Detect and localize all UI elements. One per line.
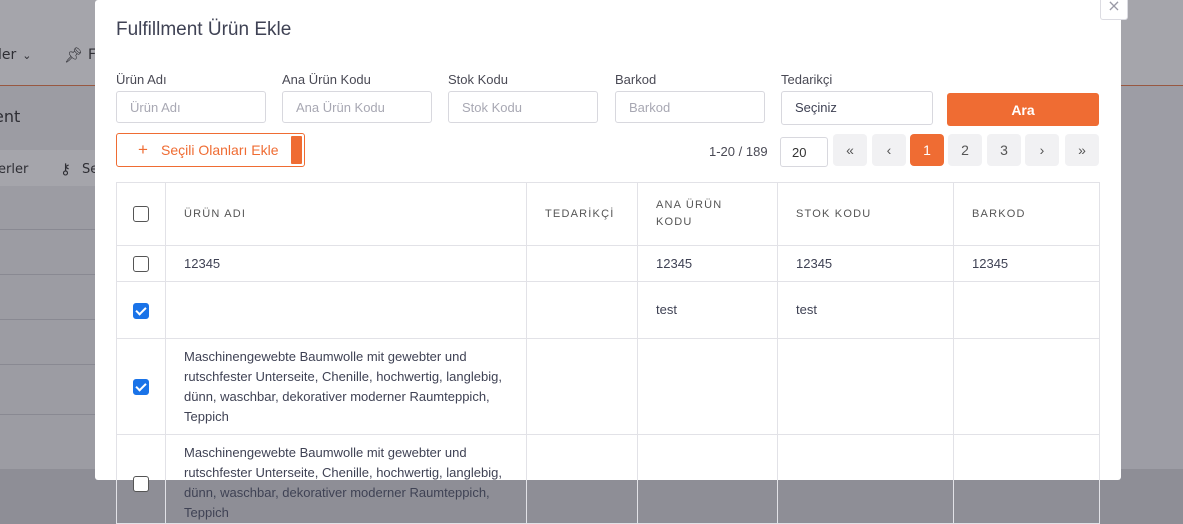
cell-supplier [526,434,638,524]
select-all-checkbox[interactable] [133,205,149,222]
main-product-code-input[interactable] [282,91,432,123]
first-page-button[interactable]: « [833,134,867,166]
select-all-cell [116,182,166,246]
table-row[interactable]: Maschinengewebte Baumwolle mit gewebter … [116,338,1100,435]
cell-main-product-code: 12345 [637,245,778,282]
prev-page-button[interactable]: ‹ [872,134,906,166]
next-page-button[interactable]: › [1025,134,1059,166]
modal-title: Fulfillment Ürün Ekle [116,19,292,40]
cell-barcode [953,338,1100,435]
cell-product-name: Maschinengewebte Baumwolle mit gewebter … [165,338,527,435]
column-header-main-product-code[interactable]: ANA ÜRÜN KODU [637,182,778,246]
column-header-product-name[interactable]: ÜRÜN ADI [165,182,527,246]
table-row[interactable]: test test [116,281,1100,339]
cell-supplier [526,245,638,282]
product-table: ÜRÜN ADI TEDARİKÇİ ANA ÜRÜN KODU STOK KO… [116,182,1100,524]
add-fulfillment-product-modal: Fulfillment Ürün Ekle Ürün Adı Ana Ürün … [95,0,1121,524]
row-checkbox[interactable] [133,302,149,319]
last-page-button[interactable]: » [1065,134,1099,166]
add-selected-label: Seçili Olanları Ekle [161,142,279,158]
add-selected-accent [291,136,302,164]
cell-main-product-code [637,434,778,524]
table-row[interactable]: Maschinengewebte Baumwolle mit gewebter … [116,434,1100,524]
cell-supplier [526,281,638,339]
cell-main-product-code [637,338,778,435]
column-header-supplier[interactable]: TEDARİKÇİ [526,182,638,246]
cell-stock-code [777,338,954,435]
page-size-select[interactable]: 20 [780,137,828,167]
product-name-label: Ürün Adı [116,72,167,87]
table-header-row: ÜRÜN ADI TEDARİKÇİ ANA ÜRÜN KODU STOK KO… [116,182,1100,246]
stock-code-label: Stok Kodu [448,72,508,87]
column-header-barcode[interactable]: BARKOD [953,182,1100,246]
product-name-input[interactable] [116,91,266,123]
row-checkbox[interactable] [133,379,149,396]
cell-stock-code [777,434,954,524]
cell-barcode [953,281,1100,339]
pagination-info: 1-20 / 189 [709,144,768,159]
search-button[interactable]: Ara [947,93,1099,126]
cell-barcode: 12345 [953,245,1100,282]
supplier-select[interactable]: Seçiniz [781,91,933,125]
stock-code-input[interactable] [448,91,598,123]
cell-main-product-code: test [637,281,778,339]
cell-stock-code: 12345 [777,245,954,282]
page-button-2[interactable]: 2 [948,134,982,166]
plus-icon: + [138,140,148,159]
supplier-label: Tedarikçi [781,72,833,87]
column-header-stock-code[interactable]: STOK KODU [777,182,954,246]
cell-product-name [165,281,527,339]
row-checkbox[interactable] [133,475,149,492]
page-button-1[interactable]: 1 [910,134,944,166]
cell-product-name: 12345 [165,245,527,282]
page-button-3[interactable]: 3 [987,134,1021,166]
row-checkbox[interactable] [133,256,149,273]
close-icon[interactable]: × [1100,0,1128,20]
cell-barcode [953,434,1100,524]
add-selected-button[interactable]: + Seçili Olanları Ekle [116,133,305,167]
cell-stock-code: test [777,281,954,339]
main-product-code-label: Ana Ürün Kodu [282,72,371,87]
cell-product-name: Maschinengewebte Baumwolle mit gewebter … [165,434,527,524]
barcode-label: Barkod [615,72,657,87]
cell-supplier [526,338,638,435]
table-row[interactable]: 12345 12345 12345 12345 [116,245,1100,282]
barcode-input[interactable] [615,91,765,123]
